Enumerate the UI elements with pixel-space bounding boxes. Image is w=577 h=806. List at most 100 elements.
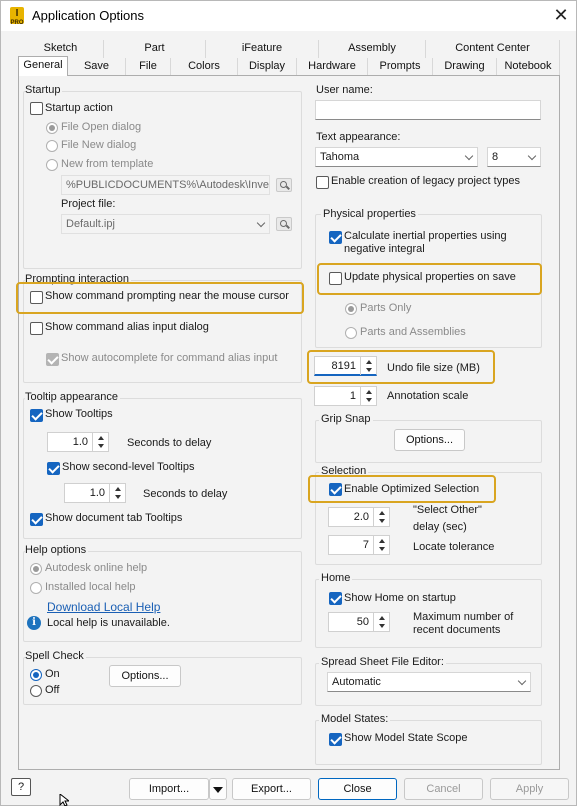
tab-file[interactable]: File (126, 58, 171, 76)
chevron-down-icon (527, 151, 537, 161)
update-on-save-checkbox[interactable] (329, 272, 342, 285)
legacy-project-types-label: Enable creation of legacy project types (331, 175, 520, 187)
import-button[interactable]: Import... (129, 778, 209, 800)
project-file-select[interactable]: Default.ipj (61, 214, 270, 234)
max-recent-spinner[interactable]: 50 (328, 612, 390, 632)
show-home-label: Show Home on startup (344, 592, 456, 604)
template-path-field[interactable]: %PUBLICDOCUMENTS%\Autodesk\Invent (61, 175, 270, 195)
enable-optimized-selection-checkbox[interactable] (329, 483, 342, 496)
font-select[interactable]: Tahoma (315, 147, 478, 167)
model-states-group-label: Model States: (319, 713, 391, 725)
file-new-dialog-label: File New dialog (61, 139, 137, 151)
second-level-delay-spinner[interactable]: 1.0 (64, 483, 126, 503)
spell-check-off-radio[interactable] (30, 685, 42, 697)
show-command-prompting-checkbox[interactable] (30, 291, 43, 304)
spell-options-button[interactable]: Options... (109, 665, 181, 687)
new-from-template-radio[interactable] (46, 159, 58, 171)
tab-prompts[interactable]: Prompts (368, 58, 433, 76)
calc-inertial-checkbox[interactable] (329, 231, 342, 244)
max-recent-label-2: recent documents (413, 624, 501, 636)
spell-check-off-label: Off (45, 684, 60, 696)
second-level-delay-label: Seconds to delay (143, 488, 228, 500)
parts-only-radio[interactable] (345, 303, 357, 315)
spinner-arrows-icon[interactable] (92, 433, 108, 451)
project-file-label: Project file: (61, 198, 116, 210)
tab-content-center[interactable]: Content Center (426, 40, 560, 58)
tab-general[interactable]: General (18, 56, 68, 76)
tab-notebook[interactable]: Notebook (497, 58, 560, 76)
file-new-dialog-radio[interactable] (46, 140, 58, 152)
calc-inertial-label: Calculate inertial properties using nega… (344, 230, 507, 255)
show-model-state-scope-checkbox[interactable] (329, 733, 342, 746)
startup-group-label: Startup (25, 84, 63, 96)
user-name-input[interactable] (315, 100, 541, 120)
locate-tolerance-spinner[interactable]: 7 (328, 535, 390, 555)
select-other-delay-spinner[interactable]: 2.0 (328, 507, 390, 527)
browse-template-icon[interactable] (276, 178, 292, 192)
import-dropdown-button[interactable] (209, 778, 227, 800)
parts-and-assemblies-radio[interactable] (345, 327, 357, 339)
download-local-help-link[interactable]: Download Local Help (47, 600, 160, 614)
apply-button[interactable]: Apply (490, 778, 569, 800)
grip-snap-group-label: Grip Snap (319, 413, 373, 425)
local-help-label: Installed local help (45, 581, 136, 593)
tab-save[interactable]: Save (68, 58, 126, 76)
max-recent-value: 50 (356, 616, 369, 628)
undo-file-size-spinner[interactable]: 8191 (314, 356, 377, 376)
annotation-scale-spinner[interactable]: 1 (314, 386, 377, 406)
spinner-arrows-icon[interactable] (373, 508, 389, 526)
spinner-arrows-icon[interactable] (373, 536, 389, 554)
help-group-label: Help options (25, 544, 89, 556)
tooltip-delay-spinner[interactable]: 1.0 (47, 432, 109, 452)
tab-display[interactable]: Display (238, 58, 297, 76)
online-help-radio[interactable] (30, 563, 42, 575)
online-help-label: Autodesk online help (45, 562, 148, 574)
font-size-value: 8 (492, 151, 499, 163)
show-autocomplete-checkbox[interactable] (46, 353, 59, 366)
tab-assembly[interactable]: Assembly (319, 40, 426, 58)
project-file-value: Default.ipj (66, 218, 115, 230)
tab-hardware[interactable]: Hardware (297, 58, 368, 76)
chevron-down-icon (256, 218, 266, 228)
chevron-down-icon (517, 676, 527, 686)
enable-optimized-selection-label: Enable Optimized Selection (344, 483, 480, 495)
file-open-dialog-radio[interactable] (46, 122, 58, 134)
show-home-checkbox[interactable] (329, 592, 342, 605)
title-bar: I PRO Application Options ✕ (1, 1, 576, 31)
info-icon: i (27, 616, 41, 630)
close-icon[interactable]: ✕ (549, 4, 573, 28)
tab-drawing[interactable]: Drawing (433, 58, 497, 76)
tab-part[interactable]: Part (104, 40, 206, 58)
legacy-project-types-checkbox[interactable] (316, 176, 329, 189)
select-other-label-1: "Select Other" (413, 504, 482, 516)
tab-ifeature[interactable]: iFeature (206, 40, 319, 58)
spell-check-group-label: Spell Check (25, 650, 86, 662)
font-size-select[interactable]: 8 (487, 147, 541, 167)
spinner-arrows-icon[interactable] (360, 387, 376, 405)
caret-down-icon (213, 787, 223, 793)
close-button[interactable]: Close (318, 778, 397, 800)
show-tooltips-checkbox[interactable] (30, 409, 43, 422)
local-help-radio[interactable] (30, 582, 42, 594)
export-button[interactable]: Export... (232, 778, 311, 800)
undo-file-size-label: Undo file size (MB) (387, 362, 480, 374)
spinner-arrows-icon[interactable] (360, 357, 376, 375)
show-tooltips-label: Show Tooltips (45, 408, 113, 420)
spreadsheet-editor-select[interactable]: Automatic (327, 672, 531, 692)
show-command-prompting-label: Show command prompting near the mouse cu… (45, 290, 289, 302)
show-command-alias-checkbox[interactable] (30, 322, 43, 335)
grip-snap-options-button[interactable]: Options... (394, 429, 465, 451)
spinner-arrows-icon[interactable] (109, 484, 125, 502)
update-on-save-label: Update physical properties on save (344, 271, 516, 283)
tab-colors[interactable]: Colors (171, 58, 238, 76)
spell-check-on-radio[interactable] (30, 669, 42, 681)
spinner-arrows-icon[interactable] (373, 613, 389, 631)
help-icon[interactable]: ? (11, 778, 31, 796)
startup-action-checkbox[interactable] (30, 102, 43, 115)
select-other-delay-value: 2.0 (353, 511, 369, 523)
cancel-button[interactable]: Cancel (404, 778, 483, 800)
browse-project-icon[interactable] (276, 217, 292, 231)
show-document-tab-checkbox[interactable] (30, 513, 43, 526)
spreadsheet-group-label: Spread Sheet File Editor: (319, 656, 446, 668)
show-second-level-checkbox[interactable] (47, 462, 60, 475)
